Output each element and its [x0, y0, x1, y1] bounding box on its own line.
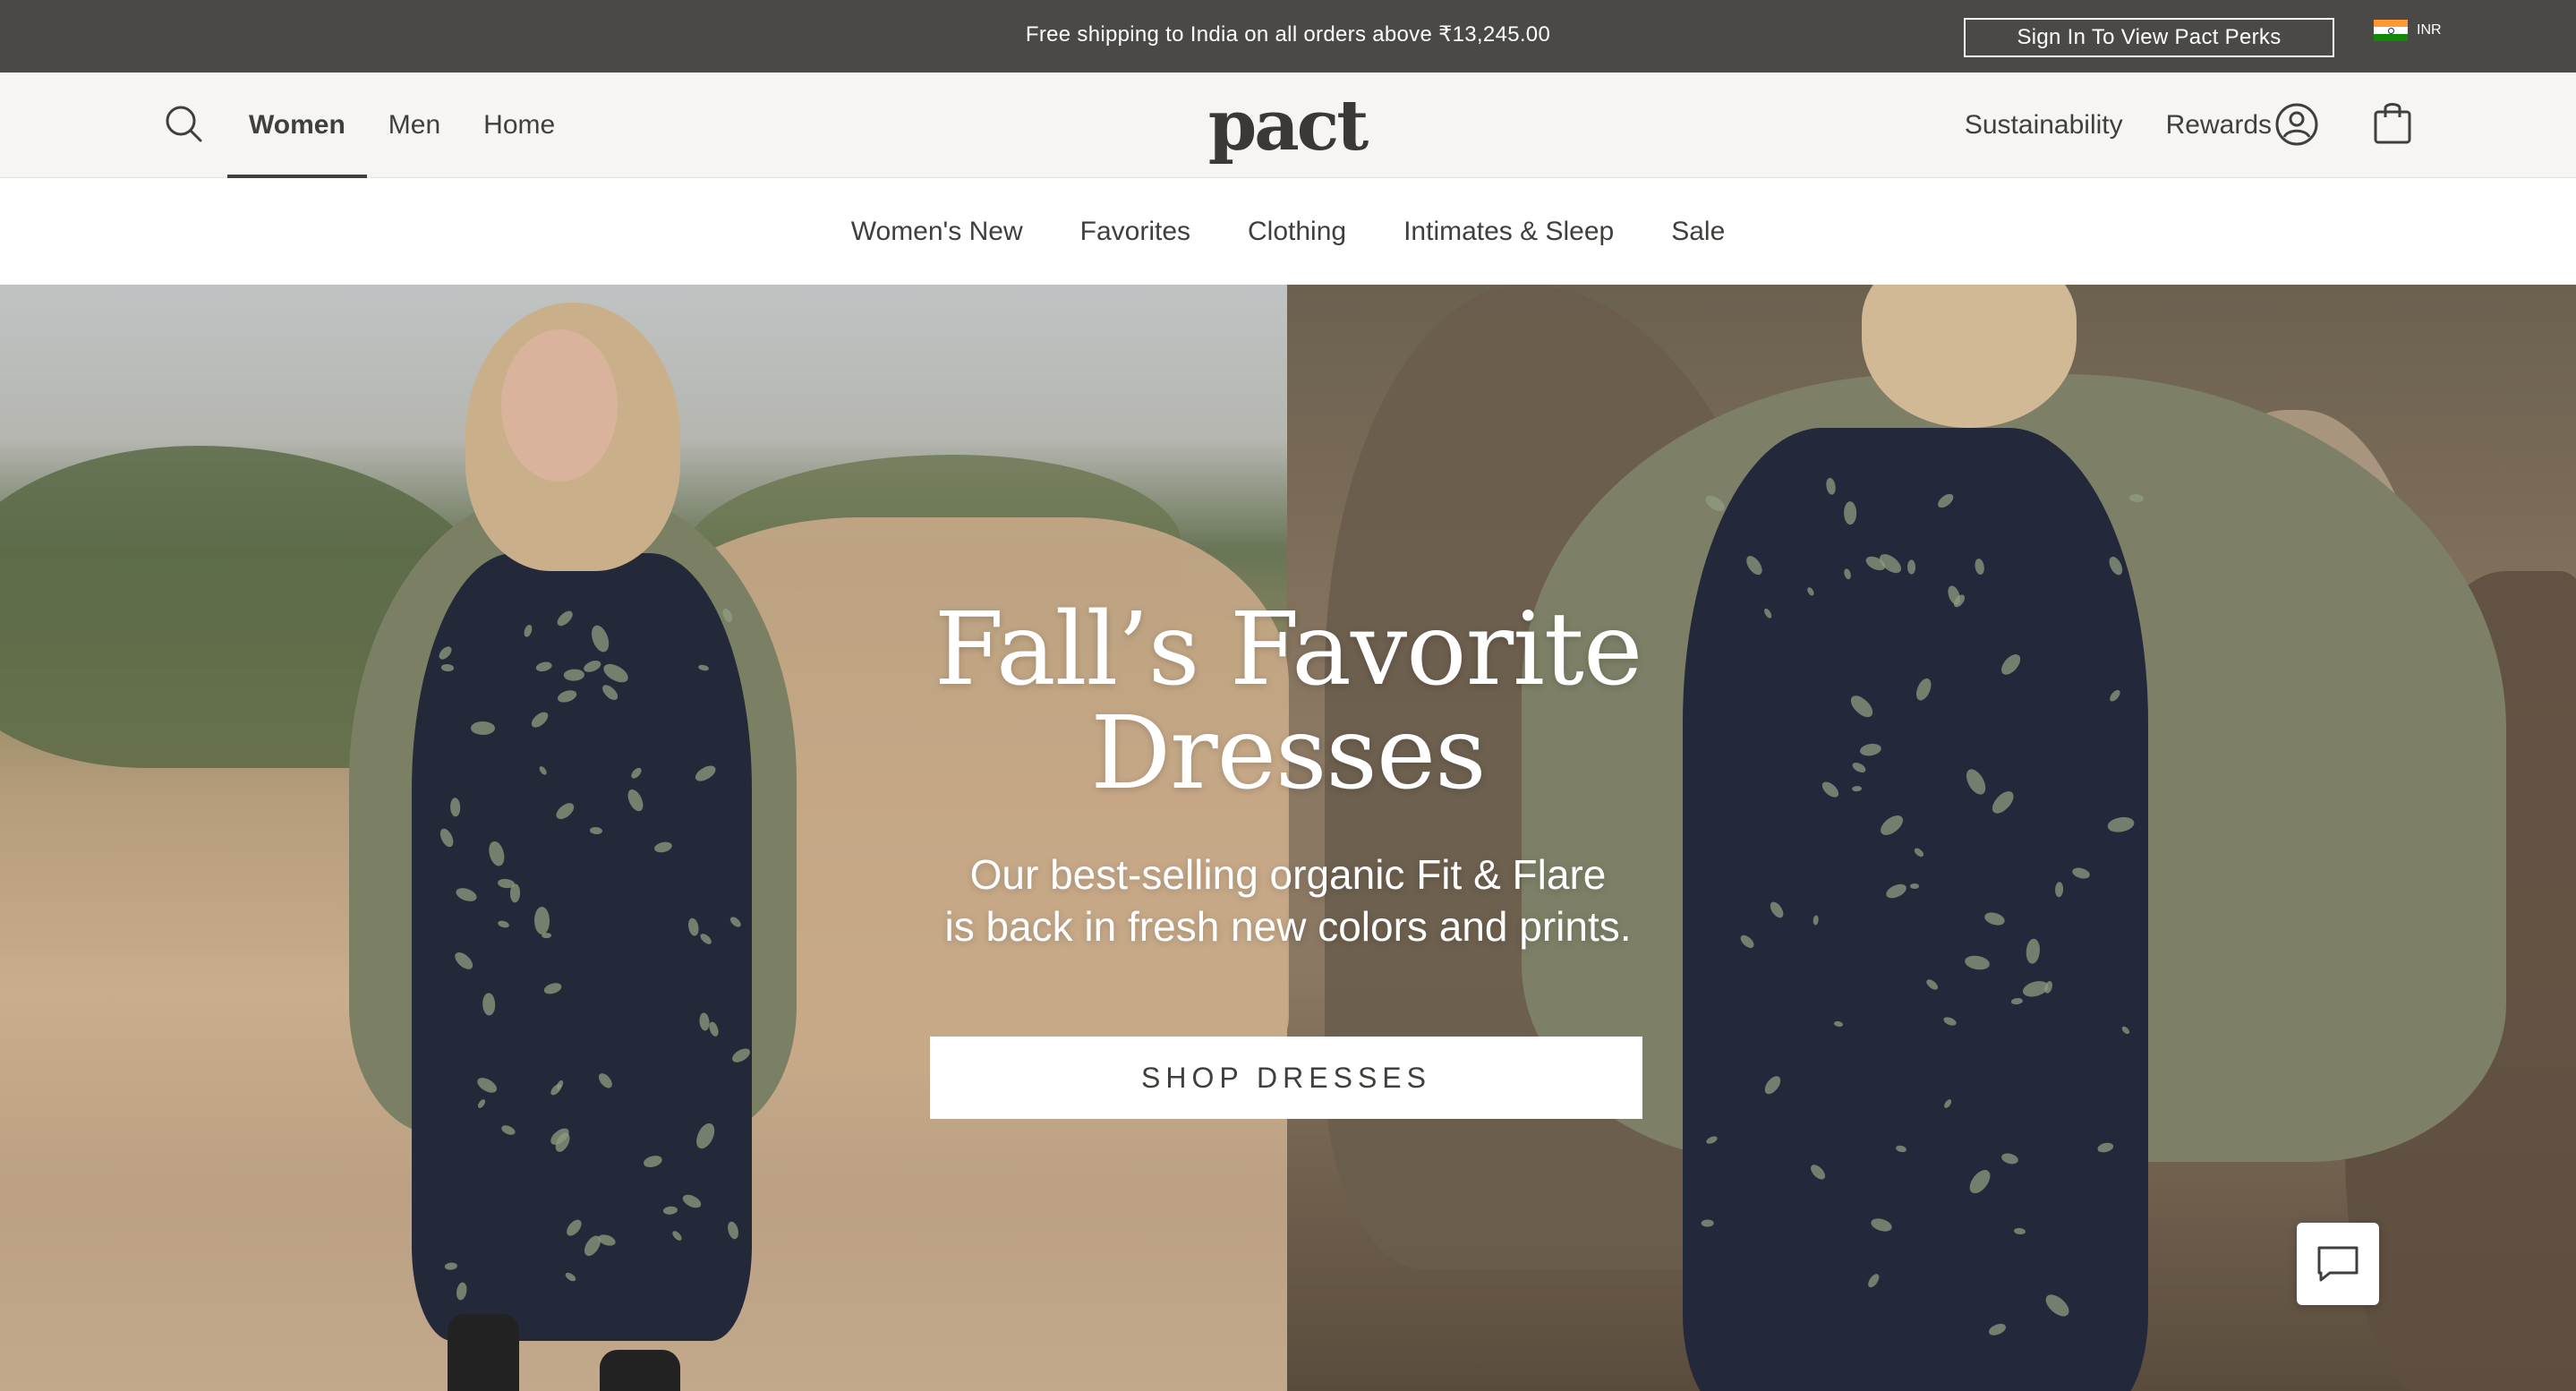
hero-subtitle: Our best-selling organic Fit & Flare is …: [840, 849, 1736, 952]
nav-sustainability[interactable]: Sustainability: [1965, 110, 2123, 141]
hero-title-line: Fall’s Favorite: [934, 592, 1642, 708]
subnav-womens-new[interactable]: Women's New: [851, 217, 1023, 247]
main-nav: Women Men Home: [227, 73, 576, 178]
hero-title: Fall’s Favorite Dresses: [840, 598, 1736, 806]
floral-leaf-shape: [1843, 501, 1856, 525]
nav-rewards[interactable]: Rewards: [2166, 110, 2272, 141]
right-nav: Sustainability Rewards: [1965, 73, 2272, 178]
chat-bubble-icon: [2317, 1246, 2358, 1282]
main-header: Women Men Home pact Sustainability Rewar…: [0, 73, 2576, 178]
nav-women[interactable]: Women: [227, 73, 367, 178]
pact-logo[interactable]: pact: [1198, 85, 1377, 166]
chat-button[interactable]: [2297, 1223, 2379, 1305]
floral-leaf-shape: [1909, 883, 1919, 889]
floral-leaf-shape: [482, 993, 496, 1016]
hero-subtitle-line: is back in fresh new colors and prints.: [944, 903, 1632, 950]
hero-title-line: Dresses: [1090, 696, 1486, 812]
currency-selector[interactable]: INR: [2374, 20, 2442, 41]
shop-dresses-button[interactable]: SHOP DRESSES: [930, 1037, 1642, 1119]
nav-men[interactable]: Men: [367, 73, 462, 178]
shopping-bag-icon[interactable]: [2372, 99, 2413, 146]
india-flag-icon: [2374, 20, 2408, 41]
hero-copy: Fall’s Favorite Dresses Our best-selling…: [840, 598, 1736, 952]
hero-model-boot: [448, 1314, 519, 1391]
category-subnav: Women's New Favorites Clothing Intimates…: [0, 179, 2576, 285]
hero-model-face: [501, 329, 618, 482]
subnav-clothing[interactable]: Clothing: [1248, 217, 1346, 247]
search-icon[interactable]: [163, 103, 204, 144]
floral-leaf-shape: [440, 663, 454, 671]
hero-model-boot: [600, 1350, 680, 1391]
subnav-sale[interactable]: Sale: [1671, 217, 1725, 247]
floral-leaf-shape: [1906, 559, 1915, 574]
subnav-favorites[interactable]: Favorites: [1080, 217, 1190, 247]
hero-subtitle-line: Our best-selling organic Fit & Flare: [969, 851, 1607, 898]
subnav-intimates-sleep[interactable]: Intimates & Sleep: [1403, 217, 1614, 247]
announcement-bar: Free shipping to India on all orders abo…: [0, 0, 2576, 73]
nav-home[interactable]: Home: [462, 73, 576, 178]
currency-label: INR: [2417, 22, 2442, 38]
account-icon[interactable]: [2273, 101, 2320, 148]
hero-banner: Fall’s Favorite Dresses Our best-selling…: [0, 285, 2576, 1391]
sign-in-perks-button[interactable]: Sign In To View Pact Perks: [1964, 18, 2334, 57]
